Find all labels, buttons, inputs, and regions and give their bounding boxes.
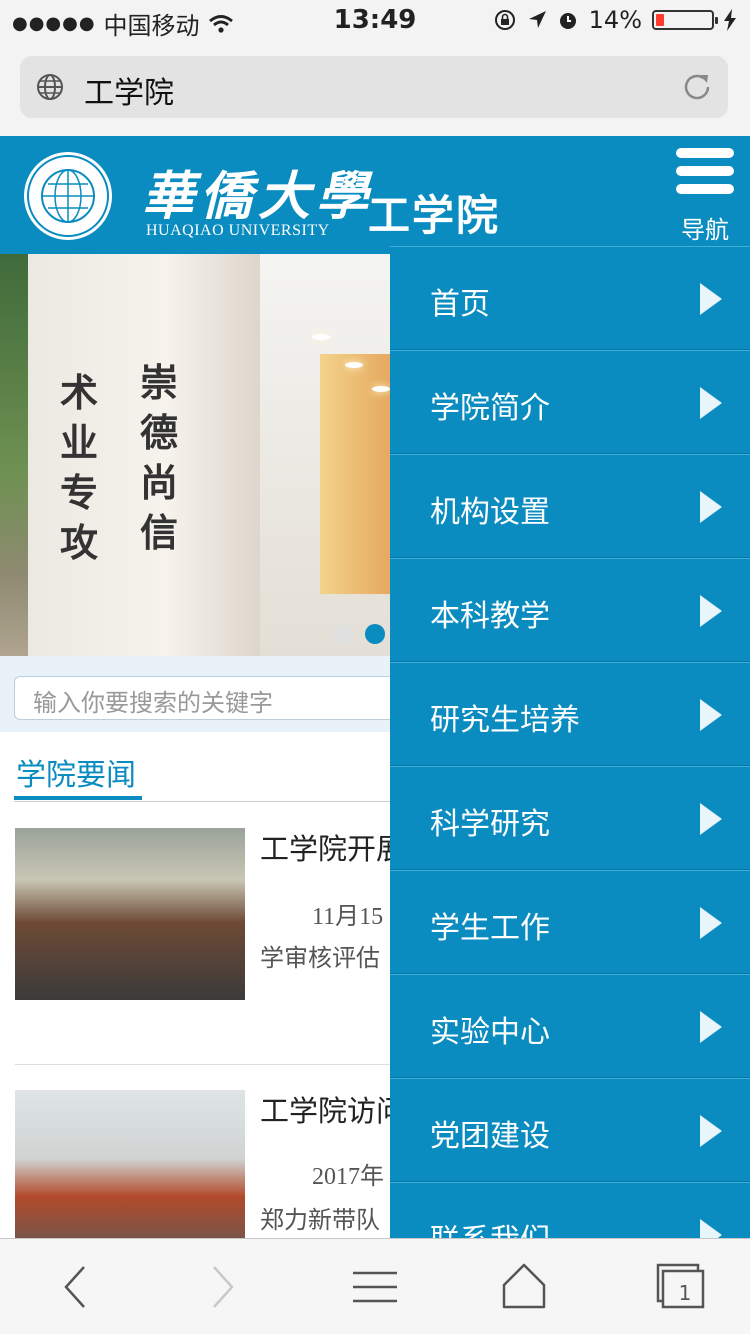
banner-photo-trees	[0, 254, 28, 656]
carousel-dot-active[interactable]	[365, 624, 385, 644]
reload-icon[interactable]	[680, 70, 714, 104]
news-snippet: 郑力新带队	[260, 1206, 380, 1234]
banner-lamp	[372, 386, 390, 392]
nav-item-student-affairs[interactable]: 学生工作	[390, 870, 750, 974]
nav-item-about[interactable]: 学院简介	[390, 350, 750, 454]
tabs-icon[interactable]: 1	[650, 1261, 710, 1313]
nav-item-organization[interactable]: 机构设置	[390, 454, 750, 558]
menu-icon[interactable]	[345, 1261, 405, 1313]
nav-item-label: 首页	[430, 287, 490, 322]
hamburger-icon-bar	[676, 184, 734, 194]
orientation-lock-icon	[494, 10, 515, 30]
news-thumbnail[interactable]	[15, 828, 245, 1000]
triangle-right-icon	[700, 1115, 722, 1147]
wall-char: 术	[60, 370, 99, 415]
battery-percent: 14%	[588, 6, 642, 34]
nav-item-label: 学生工作	[430, 911, 550, 946]
news-thumbnail[interactable]	[15, 1090, 245, 1262]
university-name-english: HUAQIAO UNIVERSITY	[146, 222, 330, 239]
news-date: 2017年	[312, 1164, 384, 1190]
triangle-right-icon	[700, 1219, 722, 1238]
triangle-right-icon	[700, 803, 722, 835]
nav-item-label: 机构设置	[430, 495, 550, 530]
wall-char: 德	[140, 410, 179, 455]
nav-toggle-button[interactable]: 导航	[676, 148, 734, 244]
triangle-right-icon	[700, 387, 722, 419]
wall-char: 信	[140, 510, 179, 555]
nav-item-label: 联系我们	[430, 1215, 550, 1238]
tab-count: 1	[678, 1281, 692, 1305]
news-date: 11月15	[312, 904, 384, 930]
nav-item-label: 科学研究	[430, 807, 550, 842]
url-text: 工学院	[84, 76, 174, 111]
carousel-dot[interactable]	[333, 624, 353, 644]
nav-item-lab-center[interactable]: 实验中心	[390, 974, 750, 1078]
hamburger-icon-bar	[676, 166, 734, 176]
address-bar[interactable]: 工学院	[20, 56, 728, 118]
hamburger-icon	[676, 148, 734, 158]
wall-char: 尚	[140, 460, 179, 505]
globe-icon	[37, 74, 63, 100]
search-input[interactable]: 输入你要搜索的关键字	[14, 676, 414, 720]
charging-icon	[724, 9, 736, 31]
browser-address-area: 工学院	[0, 40, 750, 136]
news-title[interactable]: 工学院访问	[260, 1088, 405, 1130]
university-name-calligraphy: 華僑大學	[142, 166, 375, 227]
banner-lamp	[345, 362, 363, 368]
section-title-news[interactable]: 学院要闻	[16, 750, 136, 794]
triangle-right-icon	[700, 907, 722, 939]
list-divider	[15, 1064, 395, 1065]
browser-toolbar: 1	[0, 1238, 750, 1334]
news-title[interactable]: 工学院开展	[260, 826, 405, 868]
wall-char: 业	[60, 420, 99, 465]
site-header: 華僑大學 HUAQIAO UNIVERSITY 工学院 导航	[0, 136, 750, 254]
back-icon[interactable]	[44, 1261, 104, 1313]
nav-drawer: 首页 学院简介 机构设置 本科教学 研究生培养 科学研究 学生工作 实验中心 党…	[390, 246, 750, 1238]
section-underline	[14, 796, 142, 800]
nav-item-graduate[interactable]: 研究生培养	[390, 662, 750, 766]
section-rule	[14, 801, 394, 802]
wall-char: 崇	[140, 360, 179, 405]
forward-icon[interactable]	[192, 1261, 252, 1313]
news-snippet: 学审核评估	[260, 944, 380, 972]
triangle-right-icon	[700, 1011, 722, 1043]
nav-item-research[interactable]: 科学研究	[390, 766, 750, 870]
nav-item-party-league[interactable]: 党团建设	[390, 1078, 750, 1182]
nav-item-contact[interactable]: 联系我们	[390, 1182, 750, 1238]
university-seal-logo[interactable]	[22, 150, 114, 242]
battery-icon	[652, 10, 718, 30]
alarm-icon	[559, 13, 576, 29]
wall-char: 攻	[60, 520, 99, 565]
location-icon	[528, 11, 546, 28]
wall-char: 专	[60, 470, 99, 515]
triangle-right-icon	[700, 699, 722, 731]
nav-item-home[interactable]: 首页	[390, 246, 750, 350]
banner-lamp	[312, 334, 330, 340]
home-icon[interactable]	[494, 1261, 554, 1313]
nav-item-label: 研究生培养	[430, 703, 580, 738]
college-title: 工学院	[368, 191, 501, 240]
status-bar: ●●●●● 中国移动 13:49 14%	[0, 0, 750, 40]
nav-label: 导航	[681, 216, 729, 244]
nav-item-label: 实验中心	[430, 1015, 550, 1050]
triangle-right-icon	[700, 491, 722, 523]
nav-item-label: 学院简介	[430, 391, 550, 426]
triangle-right-icon	[700, 595, 722, 627]
nav-item-undergraduate[interactable]: 本科教学	[390, 558, 750, 662]
nav-item-label: 党团建设	[430, 1119, 550, 1154]
nav-item-label: 本科教学	[430, 599, 550, 634]
triangle-right-icon	[700, 283, 722, 315]
